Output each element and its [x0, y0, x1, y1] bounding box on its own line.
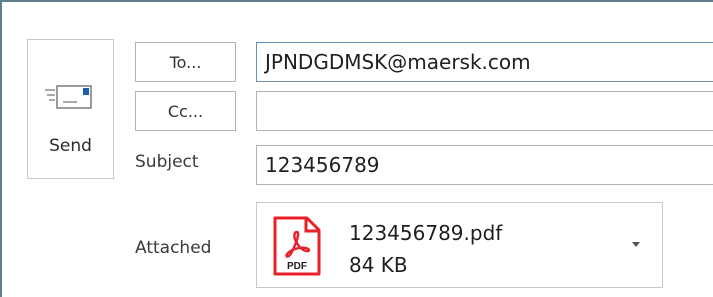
send-label: Send: [49, 136, 92, 156]
pdf-file-icon: PDF: [273, 216, 321, 276]
send-button[interactable]: Send: [27, 39, 114, 179]
to-field-value: JPNDGDMSK@maersk.com: [265, 50, 531, 74]
send-envelope-icon: [45, 85, 92, 109]
attachment-file-name: 123456789.pdf: [349, 221, 503, 245]
to-field[interactable]: JPNDGDMSK@maersk.com: [256, 42, 713, 82]
subject-field-value: 123456789: [265, 153, 380, 177]
subject-label: Subject: [135, 152, 199, 172]
attached-label: Attached: [135, 238, 212, 258]
to-button[interactable]: To...: [135, 42, 236, 82]
attachment-item[interactable]: PDF 123456789.pdf 84 KB: [256, 202, 663, 288]
compose-window: Send To... JPNDGDMSK@maersk.com Cc... Su…: [0, 0, 713, 297]
pdf-badge-text: PDF: [287, 261, 307, 272]
subject-field[interactable]: 123456789: [256, 145, 713, 185]
caret-down-icon[interactable]: [629, 237, 643, 251]
cc-button[interactable]: Cc...: [135, 91, 236, 131]
cc-field[interactable]: [256, 91, 713, 131]
attachment-file-size: 84 KB: [349, 253, 408, 277]
